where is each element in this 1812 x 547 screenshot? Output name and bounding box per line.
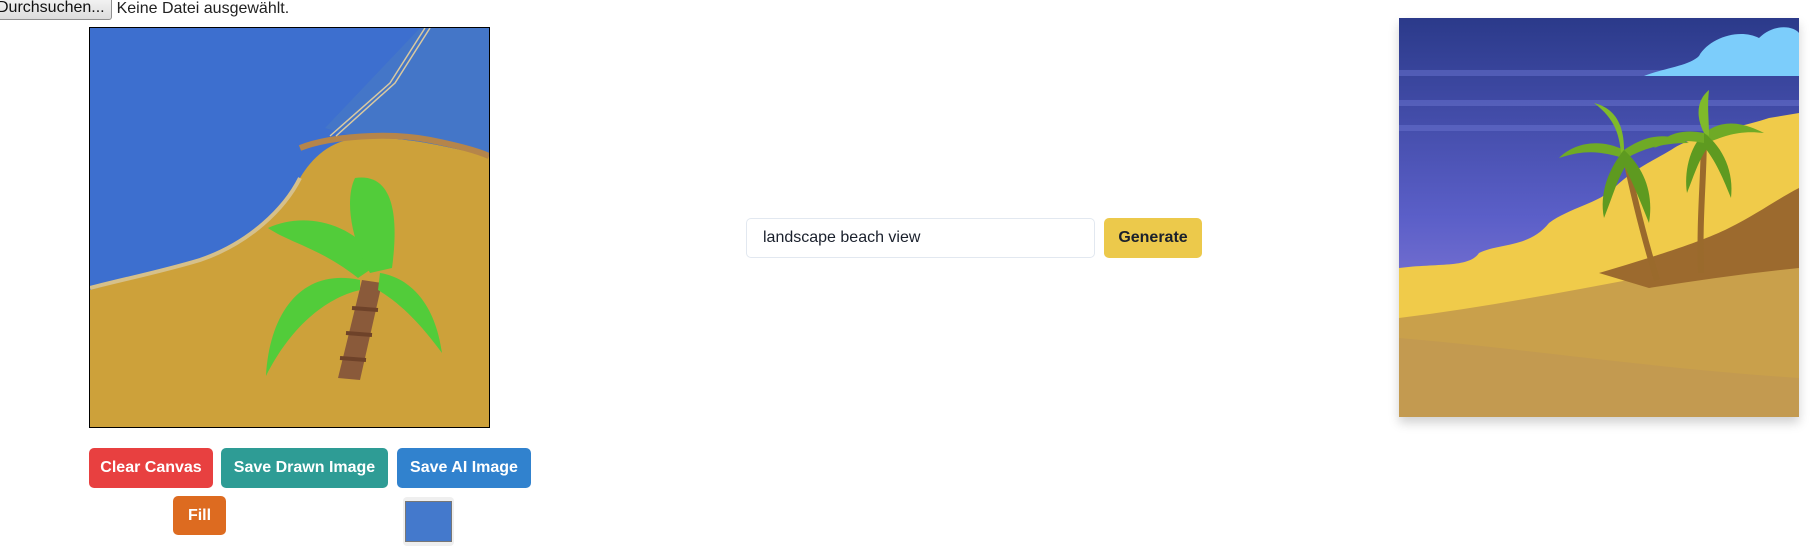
fill-button[interactable]: Fill (173, 496, 226, 535)
ai-generated-image (1399, 18, 1799, 417)
save-ai-image-button[interactable]: Save AI Image (397, 448, 531, 488)
drawing-canvas[interactable] (89, 27, 490, 428)
drawing-canvas-content (90, 28, 489, 427)
save-drawn-image-button[interactable]: Save Drawn Image (221, 448, 388, 488)
file-input[interactable]: Durchsuchen... Keine Datei ausgewählt. (0, 0, 289, 20)
prompt-input[interactable] (746, 218, 1095, 258)
generate-button[interactable]: Generate (1104, 218, 1202, 258)
clear-canvas-button[interactable]: Clear Canvas (89, 448, 213, 488)
ai-image-content (1399, 18, 1799, 417)
color-picker[interactable] (403, 497, 454, 546)
browse-button[interactable]: Durchsuchen... (0, 0, 112, 20)
app-page: Durchsuchen... Keine Datei ausgewählt. C… (0, 0, 1812, 547)
file-status: Keine Datei ausgewählt. (116, 0, 290, 17)
